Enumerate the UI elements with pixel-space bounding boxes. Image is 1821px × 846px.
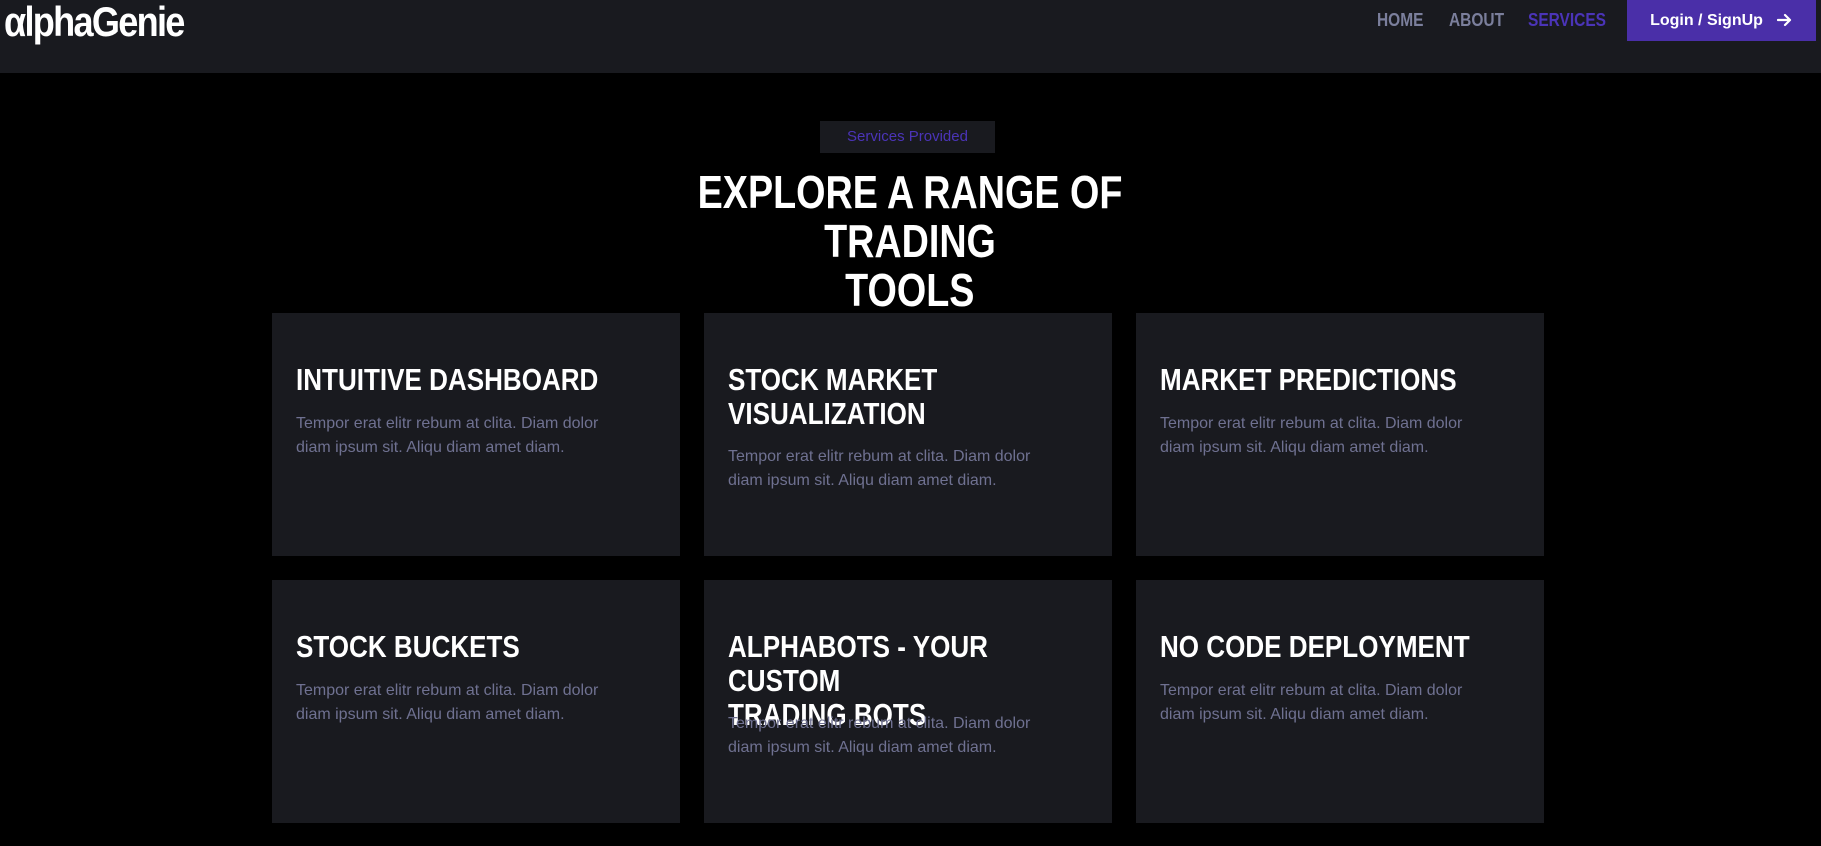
service-card-stock-buckets[interactable]: STOCK BUCKETS Tempor erat elitr rebum at… bbox=[272, 580, 680, 823]
nav-link-about[interactable]: ABOUT bbox=[1449, 8, 1504, 32]
login-signup-button[interactable]: Login / SignUp bbox=[1627, 0, 1816, 41]
card-title-line-1: STOCK MARKET bbox=[728, 362, 938, 397]
card-description: Tempor erat elitr rebum at clita. Diam d… bbox=[1160, 682, 1463, 723]
card-title: STOCK BUCKETS bbox=[296, 629, 520, 664]
card-title: INTUITIVE DASHBOARD bbox=[296, 362, 599, 397]
card-description: Tempor erat elitr rebum at clita. Diam d… bbox=[296, 415, 599, 456]
service-card-stock-market-visualization[interactable]: STOCK MARKET VISUALIZATION Tempor erat e… bbox=[704, 313, 1112, 556]
login-signup-label: Login / SignUp bbox=[1650, 11, 1763, 29]
card-title-line-1: ALPHABOTS - YOUR CUSTOM bbox=[728, 629, 988, 698]
page-title-line-2: TOOLS bbox=[845, 264, 975, 316]
nav-link-services[interactable]: SERVICES bbox=[1528, 8, 1606, 32]
card-title-line-2: VISUALIZATION bbox=[728, 396, 926, 431]
nav-link-home[interactable]: HOME bbox=[1377, 8, 1423, 32]
card-title: MARKET PREDICTIONS bbox=[1160, 362, 1457, 397]
card-title: NO CODE DEPLOYMENT bbox=[1160, 629, 1470, 664]
page-title: EXPLORE A RANGE OF TRADING TOOLS bbox=[560, 168, 1260, 315]
logo[interactable]: αlphaGenie bbox=[4, 0, 185, 44]
navbar: αlphaGenie HOME ABOUT SERVICES Login / S… bbox=[0, 0, 1821, 73]
service-card-market-predictions[interactable]: MARKET PREDICTIONS Tempor erat elitr reb… bbox=[1136, 313, 1544, 556]
service-card-alphabots[interactable]: ALPHABOTS - YOUR CUSTOM TRADING BOTS Tem… bbox=[704, 580, 1112, 823]
card-description: Tempor erat elitr rebum at clita. Diam d… bbox=[1160, 415, 1463, 456]
card-description: Tempor erat elitr rebum at clita. Diam d… bbox=[728, 448, 1031, 489]
card-title: STOCK MARKET VISUALIZATION bbox=[728, 363, 1064, 431]
page-title-line-1: EXPLORE A RANGE OF TRADING bbox=[697, 166, 1123, 267]
service-card-intuitive-dashboard[interactable]: INTUITIVE DASHBOARD Tempor erat elitr re… bbox=[272, 313, 680, 556]
card-description: Tempor erat elitr rebum at clita. Diam d… bbox=[296, 682, 599, 723]
card-description: Tempor erat elitr rebum at clita. Diam d… bbox=[728, 715, 1031, 756]
service-card-no-code-deployment[interactable]: NO CODE DEPLOYMENT Tempor erat elitr reb… bbox=[1136, 580, 1544, 823]
services-badge: Services Provided bbox=[820, 121, 995, 153]
arrow-right-icon bbox=[1776, 12, 1793, 30]
